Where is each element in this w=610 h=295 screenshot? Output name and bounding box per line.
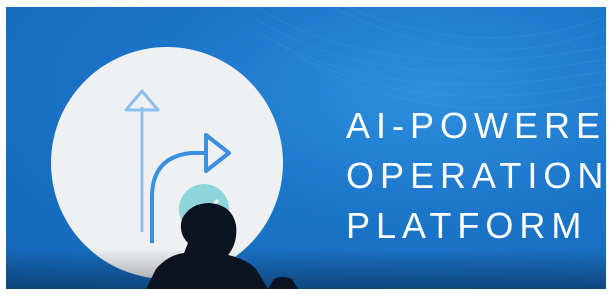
presentation-screen: AI-POWERED OPERATIONS PLATFORM: [6, 7, 606, 289]
person-silhouette: [146, 203, 298, 289]
